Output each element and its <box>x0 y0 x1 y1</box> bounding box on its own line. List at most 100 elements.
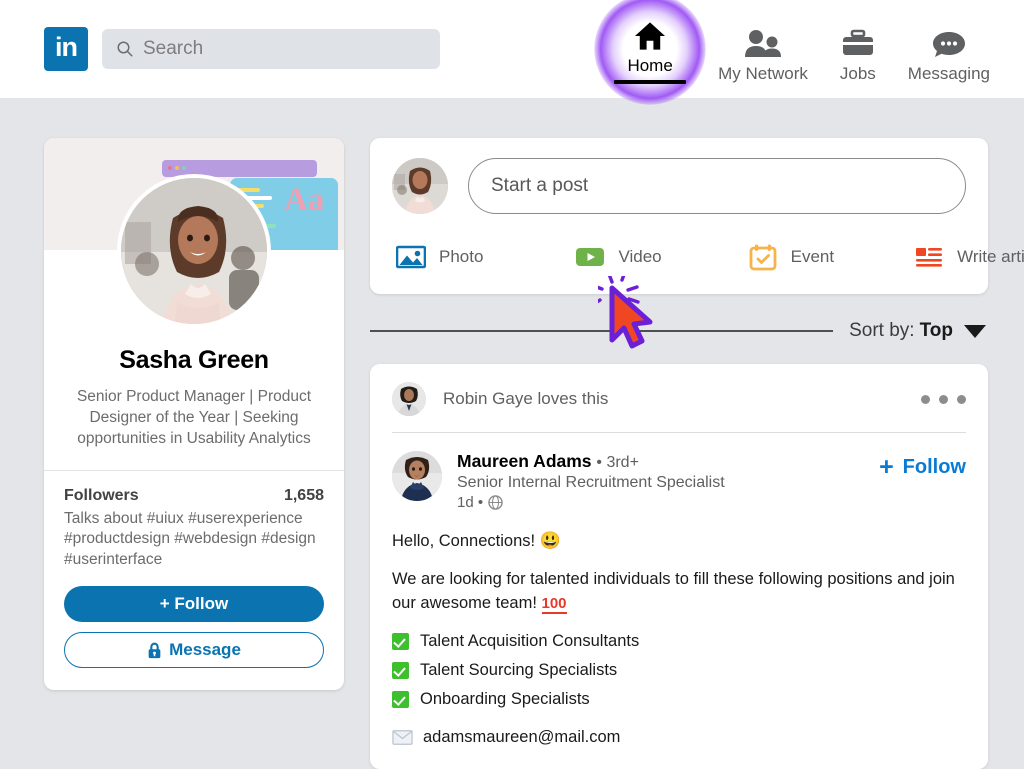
nav-item-messaging[interactable]: Messaging <box>892 0 1006 98</box>
message-button[interactable]: Message <box>64 632 324 668</box>
post-greeting: Hello, Connections! <box>392 532 535 550</box>
dot-2 <box>939 395 948 404</box>
message-button-label: Message <box>169 640 241 660</box>
author-info: Maureen Adams • 3rd+ Senior Internal Rec… <box>457 451 725 511</box>
dot-3 <box>957 395 966 404</box>
post-paragraph-line: We are looking for talented individuals … <box>392 568 966 616</box>
chevron-down-icon[interactable] <box>964 325 986 338</box>
contact-email[interactable]: adamsmaureen@mail.com <box>423 726 620 750</box>
feed-post-card: Robin Gaye loves this <box>370 364 988 769</box>
profile-name: Sasha Green <box>44 346 344 375</box>
position-label: Talent Sourcing Specialists <box>420 659 617 683</box>
followers-label: Followers <box>64 487 139 505</box>
sort-divider-line <box>370 330 833 331</box>
followers-count: 1,658 <box>284 487 324 505</box>
check-mark-icon <box>392 662 409 679</box>
nav-item-home[interactable]: Home <box>598 0 702 98</box>
post-paragraph: We are looking for talented individuals … <box>392 570 955 612</box>
composer-top-row: Start a post <box>392 158 966 214</box>
check-mark-icon <box>392 691 409 708</box>
lock-icon <box>147 642 162 659</box>
banner-dot-2 <box>175 166 179 170</box>
post-follow-label: Follow <box>903 456 966 479</box>
nav-label-messaging: Messaging <box>908 64 990 84</box>
list-item: Talent Acquisition Consultants <box>392 630 966 654</box>
people-icon <box>743 25 783 59</box>
add-photo-button[interactable]: Photo <box>396 242 483 272</box>
chat-bubble-icon <box>931 25 967 59</box>
post-body: Hello, Connections! 😃 We are looking for… <box>392 529 966 749</box>
plus-icon: + <box>879 455 894 480</box>
search-placeholder: Search <box>143 38 203 60</box>
author-role: Senior Internal Recruitment Specialist <box>457 474 725 492</box>
home-highlight-circle <box>594 0 706 105</box>
profile-avatar[interactable] <box>117 174 271 328</box>
article-icon <box>914 242 944 272</box>
post-positions-list: Talent Acquisition Consultants Talent So… <box>392 630 966 712</box>
position-label: Onboarding Specialists <box>420 688 590 712</box>
composer-avatar[interactable] <box>392 158 448 214</box>
sort-by-value[interactable]: Top <box>920 320 953 342</box>
reaction-text: Robin Gaye loves this <box>443 389 608 409</box>
banner-dot-3 <box>182 166 186 170</box>
dot-1 <box>921 395 930 404</box>
post-time: 1d • <box>457 494 483 511</box>
check-mark-icon <box>392 633 409 650</box>
search-icon <box>116 40 134 58</box>
list-item: Onboarding Specialists <box>392 688 966 712</box>
sort-bar: Sort by: Top <box>370 320 988 342</box>
active-nav-underline <box>614 80 686 84</box>
reaction-avatar[interactable] <box>392 382 426 416</box>
top-navigation-bar: in Search Home <box>0 0 1024 98</box>
video-icon <box>575 242 605 272</box>
post-composer-card: Start a post Photo <box>370 138 988 294</box>
page-content: Aa <box>0 98 1024 768</box>
author-degree: • 3rd+ <box>596 454 639 471</box>
profile-card: Aa <box>44 138 344 690</box>
post-meta: 1d • <box>457 494 725 511</box>
search-input[interactable]: Search <box>102 29 440 69</box>
briefcase-icon <box>841 25 875 59</box>
post-follow-button[interactable]: + Follow <box>879 451 966 480</box>
position-label: Talent Acquisition Consultants <box>420 630 639 654</box>
calendar-icon <box>748 242 778 272</box>
post-greeting-line: Hello, Connections! 😃 <box>392 529 966 554</box>
nav-item-jobs[interactable]: Jobs <box>824 0 892 98</box>
start-a-post-input[interactable]: Start a post <box>468 158 966 214</box>
follow-button[interactable]: + Follow <box>64 586 324 622</box>
post-divider <box>392 432 966 433</box>
add-event-button[interactable]: Event <box>748 242 834 272</box>
write-article-button[interactable]: Write article <box>914 242 1024 272</box>
composer-action-row: Photo Video Event <box>392 242 966 272</box>
main-feed-column: Start a post Photo <box>370 138 988 769</box>
profile-actions: + Follow Message <box>44 570 344 690</box>
nav-item-my-network[interactable]: My Network <box>702 0 824 98</box>
profile-avatar-wrapper <box>44 174 344 328</box>
post-author-row: Maureen Adams • 3rd+ Senior Internal Rec… <box>392 451 966 511</box>
linkedin-logo[interactable]: in <box>44 27 88 71</box>
author-name[interactable]: Maureen Adams <box>457 451 592 471</box>
post-reaction-header: Robin Gaye loves this <box>392 382 966 416</box>
profile-headline: Senior Product Manager | Product Designe… <box>64 387 324 450</box>
smiley-icon: 😃 <box>540 531 561 550</box>
list-item: Talent Sourcing Specialists <box>392 659 966 683</box>
post-email-row: adamsmaureen@mail.com <box>392 726 966 750</box>
add-event-label: Event <box>791 247 834 267</box>
followers-row: Followers 1,658 <box>44 471 344 505</box>
banner-dot-1 <box>168 166 172 170</box>
add-photo-label: Photo <box>439 247 483 267</box>
photo-icon <box>396 242 426 272</box>
write-article-label: Write article <box>957 247 1024 267</box>
sort-by-label: Sort by: <box>849 320 914 342</box>
start-a-post-placeholder: Start a post <box>491 175 588 197</box>
nav-label-home: Home <box>627 56 672 76</box>
hundred-points-icon: 100 <box>542 595 567 614</box>
add-video-button[interactable]: Video <box>575 242 661 272</box>
globe-icon <box>488 495 503 510</box>
nav-label-jobs: Jobs <box>840 64 876 84</box>
author-name-row: Maureen Adams • 3rd+ <box>457 451 725 472</box>
nav-items: Home My Network Jo <box>598 0 1024 98</box>
nav-label-my-network: My Network <box>718 64 808 84</box>
more-options-icon[interactable] <box>921 395 966 404</box>
author-avatar[interactable] <box>392 451 442 501</box>
